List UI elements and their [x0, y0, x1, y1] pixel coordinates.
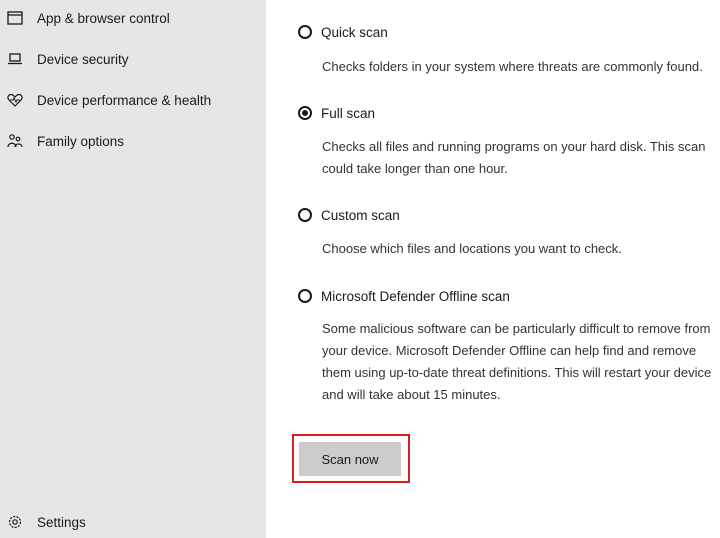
custom-scan-description: Choose which files and locations you wan… — [322, 241, 622, 256]
heart-pulse-icon — [6, 91, 24, 109]
radio-label: Full scan — [321, 105, 376, 121]
sidebar-item-device-security[interactable]: Device security — [0, 44, 266, 74]
defender-offline-scan-description: Some malicious software can be particula… — [322, 321, 712, 402]
radio-unchecked-icon — [298, 289, 312, 303]
sidebar-item-app-browser-control[interactable]: App & browser control — [0, 3, 266, 33]
full-scan-description: Checks all files and running programs on… — [322, 139, 706, 176]
custom-scan-radio[interactable]: Custom scan — [298, 204, 400, 226]
defender-offline-scan-radio[interactable]: Microsoft Defender Offline scan — [298, 285, 510, 307]
sidebar: App & browser control Device security De… — [0, 0, 266, 538]
gear-icon — [6, 513, 24, 531]
radio-unchecked-icon — [298, 25, 312, 39]
sidebar-item-label: App & browser control — [37, 10, 170, 26]
scan-now-button[interactable]: Scan now — [299, 442, 401, 476]
radio-label: Custom scan — [321, 207, 400, 223]
radio-unchecked-icon — [298, 208, 312, 222]
radio-label: Quick scan — [321, 24, 388, 40]
sidebar-item-label: Settings — [37, 514, 86, 530]
radio-label: Microsoft Defender Offline scan — [321, 288, 510, 304]
quick-scan-description: Checks folders in your system where thre… — [322, 59, 703, 74]
sidebar-item-label: Device performance & health — [37, 92, 212, 108]
sidebar-item-device-performance-health[interactable]: Device performance & health — [0, 85, 266, 115]
sidebar-item-settings[interactable]: Settings — [0, 507, 266, 537]
browser-window-icon — [6, 9, 24, 27]
laptop-icon — [6, 50, 24, 68]
sidebar-item-label: Family options — [37, 133, 125, 149]
quick-scan-radio[interactable]: Quick scan — [298, 21, 388, 43]
full-scan-radio[interactable]: Full scan — [298, 102, 375, 124]
radio-checked-icon — [298, 106, 312, 120]
sidebar-item-label: Device security — [37, 51, 129, 67]
family-icon — [6, 132, 24, 150]
sidebar-item-family-options[interactable]: Family options — [0, 126, 266, 156]
